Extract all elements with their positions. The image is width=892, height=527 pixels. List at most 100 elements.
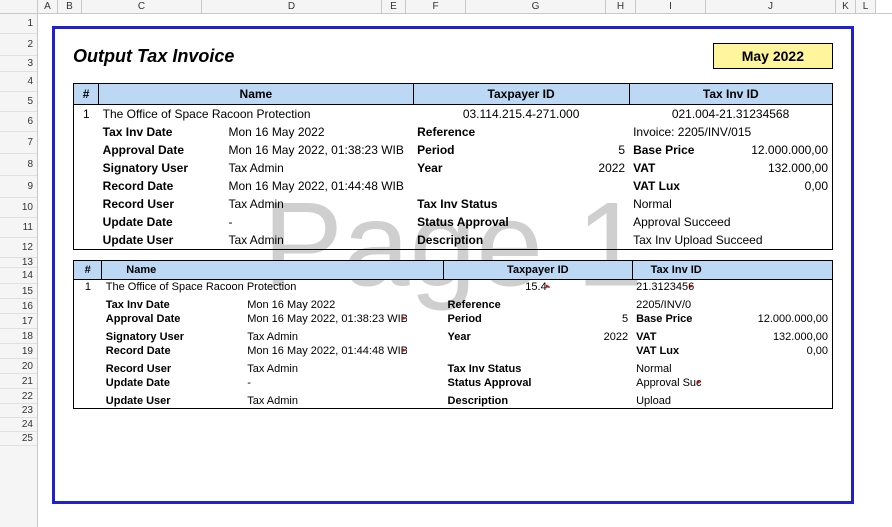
column-header-cell[interactable]: B xyxy=(58,0,82,13)
cell xyxy=(585,298,632,312)
column-header-cell[interactable]: C xyxy=(82,0,202,13)
row-header-cell[interactable]: 15 xyxy=(0,284,37,299)
row-header-cell[interactable]: 11 xyxy=(0,218,37,238)
col-taxinv: Tax Inv ID xyxy=(632,261,832,280)
cell: Signatory User xyxy=(102,330,243,344)
cell: Tax Inv Status xyxy=(413,195,549,213)
row-header-cell[interactable]: 14 xyxy=(0,268,37,284)
row-header-cell[interactable]: 20 xyxy=(0,359,37,374)
cell: Approval Date xyxy=(99,141,225,159)
cell: Update User xyxy=(99,231,225,250)
cell xyxy=(585,376,632,394)
cell xyxy=(74,123,99,141)
cell: Period xyxy=(413,141,549,159)
cell: Status Approval xyxy=(444,376,585,394)
period-badge: May 2022 xyxy=(713,43,833,69)
column-header-cell[interactable]: L xyxy=(856,0,876,13)
cell xyxy=(74,213,99,231)
cell xyxy=(74,394,102,409)
row-header-cell[interactable]: 24 xyxy=(0,418,37,432)
row-num: 1 xyxy=(74,280,102,299)
column-header-cell[interactable]: F xyxy=(406,0,466,13)
row-header-cell[interactable]: 10 xyxy=(0,198,37,218)
cell xyxy=(74,141,99,159)
cell xyxy=(74,344,102,362)
row-header-cell[interactable]: 23 xyxy=(0,404,37,418)
cell: VAT xyxy=(629,159,728,177)
invoice-block-2: # Name Taxpayer ID Tax Inv ID 1 The Offi… xyxy=(73,260,833,409)
cell: Tax Inv Status xyxy=(444,362,585,376)
row-header-cell[interactable]: 18 xyxy=(0,329,37,344)
row-header-cell[interactable]: 5 xyxy=(0,92,37,112)
cell: Normal xyxy=(629,195,832,213)
print-page-frame: Page 1 Output Tax Invoice May 2022 # Nam… xyxy=(52,26,854,504)
row-header-cell[interactable]: 4 xyxy=(0,72,37,92)
row-header-cell[interactable]: 3 xyxy=(0,56,37,72)
row-headers: 1234567891011121314151617181920212223242… xyxy=(0,14,38,527)
cell: Tax Admin xyxy=(224,159,413,177)
cell: Year xyxy=(444,330,585,344)
cell xyxy=(74,298,102,312)
column-header-cell[interactable]: K xyxy=(836,0,856,13)
cell: Update User xyxy=(102,394,243,409)
row-header-cell[interactable]: 7 xyxy=(0,132,37,154)
cell xyxy=(74,159,99,177)
col-taxpayer: Taxpayer ID xyxy=(413,84,629,105)
cell: Invoice: 2205/INV/015 xyxy=(629,123,832,141)
column-header-cell[interactable]: A xyxy=(38,0,58,13)
cell xyxy=(74,330,102,344)
cell: Base Price xyxy=(629,141,728,159)
cell: Reference xyxy=(444,298,585,312)
row-header-cell[interactable]: 9 xyxy=(0,176,37,198)
cell: Tax Inv Date xyxy=(102,298,243,312)
cell xyxy=(585,362,632,376)
column-header-cell[interactable]: H xyxy=(606,0,636,13)
cell: Signatory User xyxy=(99,159,225,177)
cell: 5 xyxy=(585,312,632,330)
column-header-cell[interactable]: I xyxy=(636,0,706,13)
row-header-cell[interactable]: 25 xyxy=(0,432,37,446)
row-header-cell[interactable]: 2 xyxy=(0,34,37,56)
cell: Status Approval xyxy=(413,213,549,231)
col-name: Name xyxy=(99,84,413,105)
cell: 2022 xyxy=(585,330,632,344)
row-header-cell[interactable]: 12 xyxy=(0,238,37,258)
row-header-cell[interactable]: 1 xyxy=(0,14,37,34)
cell: Record User xyxy=(102,362,243,376)
column-header-cell[interactable]: D xyxy=(202,0,382,13)
cell: Mon 16 May 2022, 01:44:48 WIB xyxy=(224,177,413,195)
column-header-cell[interactable] xyxy=(0,0,38,13)
cell: Period xyxy=(444,312,585,330)
cell: Year xyxy=(413,159,549,177)
column-header-cell[interactable]: E xyxy=(382,0,406,13)
cell xyxy=(549,213,629,231)
cell: Update Date xyxy=(99,213,225,231)
cell: Approval Succeed xyxy=(632,376,832,394)
row-header-cell[interactable]: 8 xyxy=(0,154,37,176)
col-taxpayer: Taxpayer ID xyxy=(444,261,633,280)
cell: Description xyxy=(413,231,549,250)
column-header-cell[interactable]: J xyxy=(706,0,836,13)
col-num: # xyxy=(74,84,99,105)
cell xyxy=(549,195,629,213)
cell: - xyxy=(243,376,443,394)
row-header-cell[interactable]: 13 xyxy=(0,258,37,268)
page-title: Output Tax Invoice xyxy=(73,46,234,67)
column-header-cell[interactable]: G xyxy=(466,0,606,13)
col-num: # xyxy=(74,261,102,280)
cell xyxy=(413,177,549,195)
cell xyxy=(74,362,102,376)
cell xyxy=(74,231,99,250)
row-header-cell[interactable]: 16 xyxy=(0,299,37,314)
cell: Upload xyxy=(632,394,832,409)
row-header-cell[interactable]: 17 xyxy=(0,314,37,329)
row-header-cell[interactable]: 21 xyxy=(0,374,37,389)
cell: 2205/INV/0 xyxy=(632,298,832,312)
cell: 132.000,00 xyxy=(715,330,833,344)
row-header-cell[interactable]: 19 xyxy=(0,344,37,359)
taxinv-value: 21.3123456 xyxy=(636,280,694,294)
row-header-cell[interactable]: 22 xyxy=(0,389,37,404)
name-value: The Office of Space Racoon Protection xyxy=(102,280,444,299)
cell: Tax Admin xyxy=(224,195,413,213)
row-header-cell[interactable]: 6 xyxy=(0,112,37,132)
